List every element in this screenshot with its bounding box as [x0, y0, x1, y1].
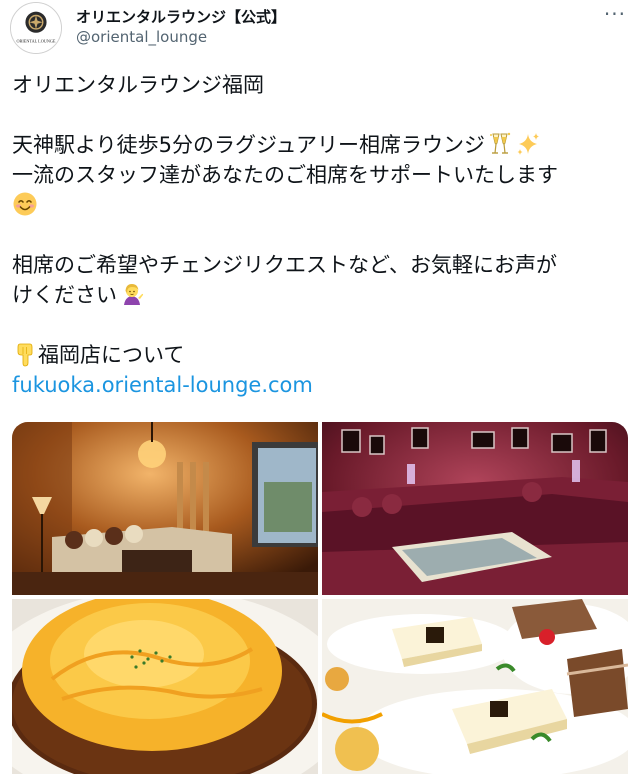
tweet-line-text: 相席のご希望やチェンジリクエストなど、お気軽にお声が [12, 253, 557, 277]
tweet-line [12, 190, 632, 220]
more-options-icon[interactable]: ··· [604, 2, 626, 26]
champagne-glasses-icon [487, 131, 513, 157]
tweet-line: 相席のご希望やチェンジリクエストなど、お気軽にお声が [12, 250, 632, 280]
tweet-text: オリエンタルラウンジ福岡 天神駅より徒歩5分のラグジュアリー相席ラウンジ 一流の… [12, 70, 632, 400]
cheesecake-dessert-photo[interactable] [322, 599, 628, 774]
display-name[interactable]: オリエンタルラウンジ【公式】 [76, 6, 286, 27]
tweet-line: fukuoka.oriental-lounge.com [12, 370, 632, 400]
lounge-sofa-photo[interactable] [12, 422, 318, 595]
omelette-rice-photo[interactable] [12, 599, 318, 774]
tweet-line: 一流のスタッフ達があなたのご相席をサポートいたします [12, 160, 632, 190]
smiling-face-icon [12, 191, 38, 217]
tweet-line: けください [12, 280, 632, 310]
tweet-header: ORIENTAL LOUNGE オリエンタルラウンジ【公式】 @oriental… [0, 0, 640, 56]
website-link[interactable]: fukuoka.oriental-lounge.com [12, 373, 313, 397]
person-tipping-hand-icon [119, 281, 145, 307]
sparkles-icon [515, 131, 541, 157]
account-handle[interactable]: @oriental_lounge [76, 28, 207, 46]
tweet-line-text: けください [12, 283, 117, 307]
backhand-index-pointing-down-icon [12, 341, 38, 367]
svg-text:ORIENTAL LOUNGE: ORIENTAL LOUNGE [17, 38, 56, 43]
tweet-line-text: オリエンタルラウンジ福岡 [12, 73, 264, 97]
media-grid [12, 422, 628, 774]
red-room-photo[interactable] [322, 422, 628, 595]
tweet-line: 福岡店について [12, 340, 632, 370]
tweet-line-text: 一流のスタッフ達があなたのご相席をサポートいたします [12, 163, 558, 187]
tweet-line: オリエンタルラウンジ福岡 [12, 70, 632, 100]
avatar[interactable]: ORIENTAL LOUNGE [10, 2, 62, 54]
tweet-line-text: 福岡店について [38, 343, 185, 367]
tweet-line: 天神駅より徒歩5分のラグジュアリー相席ラウンジ [12, 130, 632, 160]
tweet-line-text: 天神駅より徒歩5分のラグジュアリー相席ラウンジ [12, 133, 486, 157]
